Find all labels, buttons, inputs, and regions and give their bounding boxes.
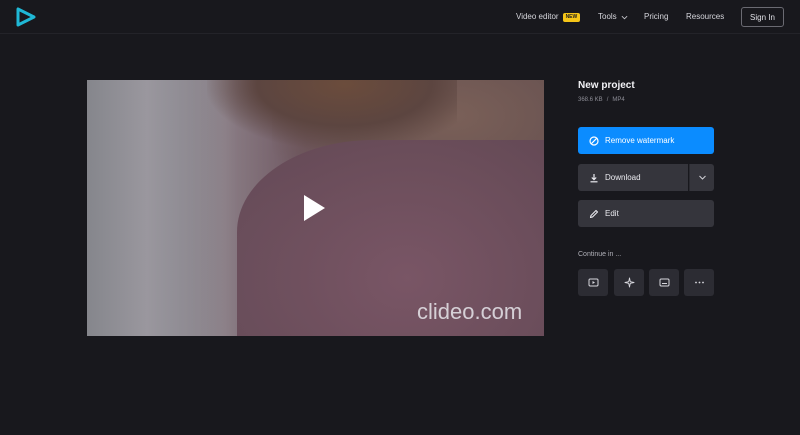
nav-video-editor-label: Video editor [516, 12, 559, 21]
nav-video-editor[interactable]: Video editor NEW [516, 11, 581, 23]
nav-pricing-label: Pricing [644, 12, 669, 21]
download-button[interactable]: Download [578, 164, 688, 191]
page: Video editor NEW Tools Pricing Resources… [0, 0, 800, 435]
clideo-logo-icon[interactable] [16, 7, 36, 27]
sign-in-label: Sign In [750, 12, 775, 22]
chevron-down-icon [698, 175, 706, 180]
remove-watermark-button[interactable]: Remove watermark [578, 127, 714, 154]
continue-video-player-button[interactable] [578, 269, 608, 296]
nav-pricing[interactable]: Pricing [644, 11, 668, 23]
watermark: clideo.com [417, 299, 523, 324]
sparkle-icon [624, 277, 634, 288]
file-format: MP4 [612, 97, 625, 103]
edit-button[interactable]: Edit [578, 200, 714, 227]
new-badge: NEW [562, 12, 581, 22]
video-player-icon [588, 278, 598, 287]
header: Video editor NEW Tools Pricing Resources… [0, 0, 800, 34]
meta-separator: / [606, 97, 609, 103]
sign-in-button[interactable]: Sign In [741, 7, 784, 27]
project-title: New project [578, 80, 635, 91]
nav-resources[interactable]: Resources [686, 11, 724, 23]
download-icon [590, 173, 598, 182]
continue-in-label: Continue in ... [578, 251, 622, 258]
file-size: 368.6 KB [578, 97, 603, 103]
edit-label: Edit [605, 209, 619, 218]
chevron-down-icon [621, 15, 628, 19]
subtitles-icon [659, 278, 669, 287]
play-icon[interactable] [304, 195, 325, 221]
more-icon [694, 281, 704, 284]
continue-more-button[interactable] [684, 269, 714, 296]
pencil-icon [589, 209, 599, 218]
remove-watermark-label: Remove watermark [605, 136, 675, 145]
no-watermark-icon [589, 135, 599, 146]
download-label: Download [605, 173, 641, 182]
continue-ai-tool-button[interactable] [614, 269, 644, 296]
continue-subtitles-button[interactable] [649, 269, 679, 296]
project-meta: 368.6 KB / MP4 [578, 97, 625, 103]
nav-resources-label: Resources [686, 12, 725, 21]
nav-tools-label: Tools [598, 12, 617, 21]
download-options-button[interactable] [689, 164, 714, 191]
nav-tools[interactable]: Tools [598, 11, 628, 23]
